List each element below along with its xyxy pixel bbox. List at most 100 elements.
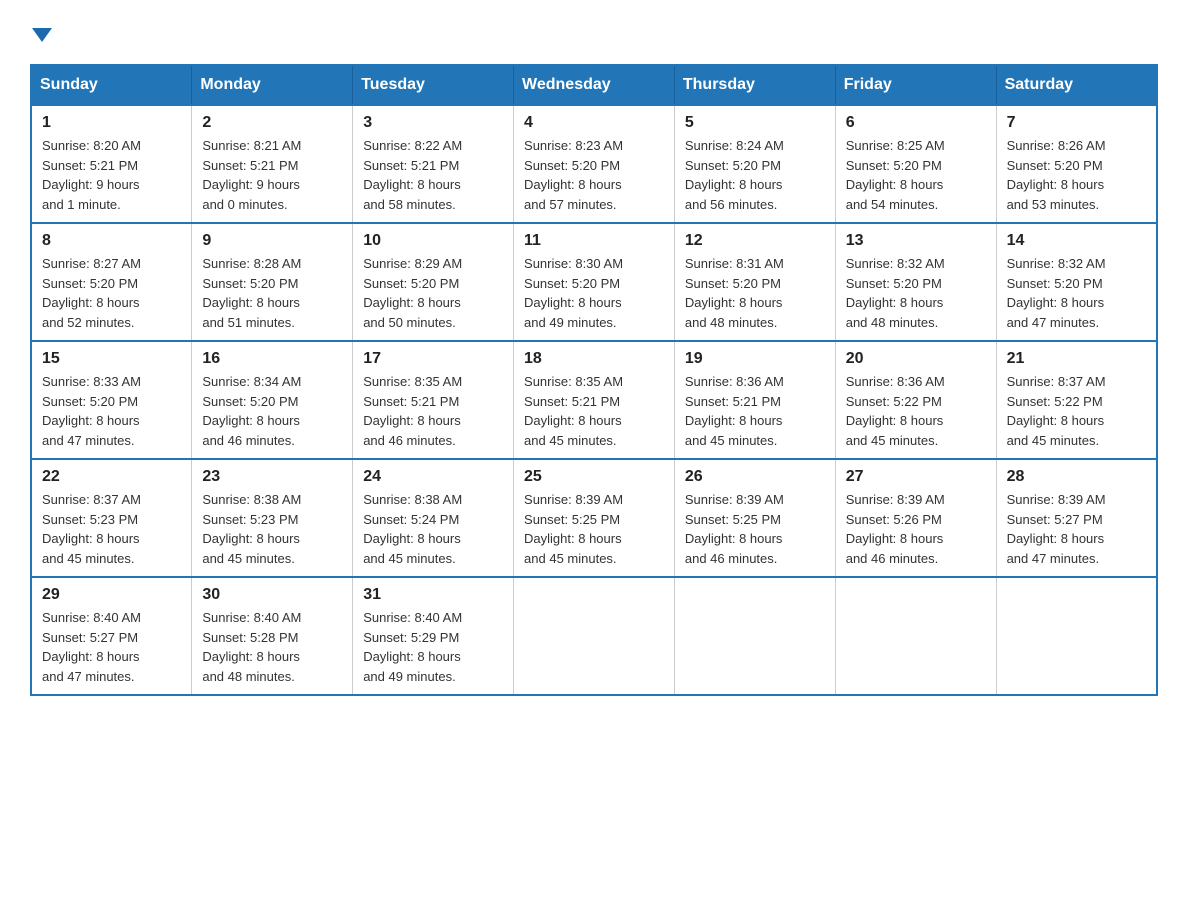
- calendar-cell: 1 Sunrise: 8:20 AMSunset: 5:21 PMDaylight…: [31, 105, 192, 223]
- day-number: 31: [363, 586, 503, 604]
- day-info: Sunrise: 8:39 AMSunset: 5:27 PMDaylight:…: [1007, 490, 1146, 568]
- header-tuesday: Tuesday: [353, 65, 514, 105]
- calendar-cell: 10 Sunrise: 8:29 AMSunset: 5:20 PMDayligh…: [353, 223, 514, 341]
- day-info: Sunrise: 8:33 AMSunset: 5:20 PMDaylight:…: [42, 372, 181, 450]
- day-number: 19: [685, 350, 825, 368]
- day-info: Sunrise: 8:40 AMSunset: 5:28 PMDaylight:…: [202, 608, 342, 686]
- calendar-cell: 8 Sunrise: 8:27 AMSunset: 5:20 PMDaylight…: [31, 223, 192, 341]
- day-number: 11: [524, 232, 664, 250]
- logo-arrow-icon: [32, 28, 52, 42]
- calendar-cell: [674, 577, 835, 695]
- day-number: 16: [202, 350, 342, 368]
- calendar-cell: 2Sunrise: 8:21 AMSunset: 5:21 PMDaylight…: [192, 105, 353, 223]
- day-info: Sunrise: 8:27 AMSunset: 5:20 PMDaylight:…: [42, 254, 181, 332]
- calendar-week-row: 15 Sunrise: 8:33 AMSunset: 5:20 PMDayligh…: [31, 341, 1157, 459]
- calendar-cell: 25 Sunrise: 8:39 AMSunset: 5:25 PMDayligh…: [514, 459, 675, 577]
- calendar-cell: 17 Sunrise: 8:35 AMSunset: 5:21 PMDayligh…: [353, 341, 514, 459]
- logo: [30, 30, 52, 44]
- calendar-cell: [514, 577, 675, 695]
- day-info: Sunrise: 8:39 AMSunset: 5:25 PMDaylight:…: [524, 490, 664, 568]
- day-number: 26: [685, 468, 825, 486]
- calendar-cell: 15 Sunrise: 8:33 AMSunset: 5:20 PMDayligh…: [31, 341, 192, 459]
- day-info: Sunrise: 8:38 AMSunset: 5:24 PMDaylight:…: [363, 490, 503, 568]
- day-number: 6: [846, 114, 986, 132]
- day-number: 18: [524, 350, 664, 368]
- calendar-week-row: 29Sunrise: 8:40 AMSunset: 5:27 PMDayligh…: [31, 577, 1157, 695]
- calendar-week-row: 8 Sunrise: 8:27 AMSunset: 5:20 PMDaylight…: [31, 223, 1157, 341]
- day-info: Sunrise: 8:28 AMSunset: 5:20 PMDaylight:…: [202, 254, 342, 332]
- day-info: Sunrise: 8:35 AMSunset: 5:21 PMDaylight:…: [524, 372, 664, 450]
- calendar-cell: 4Sunrise: 8:23 AMSunset: 5:20 PMDaylight…: [514, 105, 675, 223]
- calendar-cell: 29Sunrise: 8:40 AMSunset: 5:27 PMDayligh…: [31, 577, 192, 695]
- day-number: 15: [42, 350, 181, 368]
- day-number: 21: [1007, 350, 1146, 368]
- day-number: 17: [363, 350, 503, 368]
- day-info: Sunrise: 8:32 AMSunset: 5:20 PMDaylight:…: [846, 254, 986, 332]
- calendar-week-row: 1 Sunrise: 8:20 AMSunset: 5:21 PMDaylight…: [31, 105, 1157, 223]
- calendar-cell: 3 Sunrise: 8:22 AMSunset: 5:21 PMDaylight…: [353, 105, 514, 223]
- day-number: 14: [1007, 232, 1146, 250]
- day-number: 8: [42, 232, 181, 250]
- calendar-cell: 5Sunrise: 8:24 AMSunset: 5:20 PMDaylight…: [674, 105, 835, 223]
- day-info: Sunrise: 8:22 AMSunset: 5:21 PMDaylight:…: [363, 136, 503, 214]
- day-number: 10: [363, 232, 503, 250]
- calendar-cell: 16 Sunrise: 8:34 AMSunset: 5:20 PMDayligh…: [192, 341, 353, 459]
- calendar-cell: 7 Sunrise: 8:26 AMSunset: 5:20 PMDaylight…: [996, 105, 1157, 223]
- day-info: Sunrise: 8:37 AMSunset: 5:22 PMDaylight:…: [1007, 372, 1146, 450]
- calendar-cell: 22 Sunrise: 8:37 AMSunset: 5:23 PMDayligh…: [31, 459, 192, 577]
- calendar-table: SundayMondayTuesdayWednesdayThursdayFrid…: [30, 64, 1158, 696]
- day-info: Sunrise: 8:20 AMSunset: 5:21 PMDaylight:…: [42, 136, 181, 214]
- day-number: 9: [202, 232, 342, 250]
- day-number: 25: [524, 468, 664, 486]
- calendar-cell: 26 Sunrise: 8:39 AMSunset: 5:25 PMDayligh…: [674, 459, 835, 577]
- calendar-cell: 12 Sunrise: 8:31 AMSunset: 5:20 PMDayligh…: [674, 223, 835, 341]
- day-number: 20: [846, 350, 986, 368]
- header-thursday: Thursday: [674, 65, 835, 105]
- calendar-cell: 27Sunrise: 8:39 AMSunset: 5:26 PMDayligh…: [835, 459, 996, 577]
- day-info: Sunrise: 8:35 AMSunset: 5:21 PMDaylight:…: [363, 372, 503, 450]
- calendar-cell: 31 Sunrise: 8:40 AMSunset: 5:29 PMDayligh…: [353, 577, 514, 695]
- day-info: Sunrise: 8:34 AMSunset: 5:20 PMDaylight:…: [202, 372, 342, 450]
- calendar-cell: 19Sunrise: 8:36 AMSunset: 5:21 PMDayligh…: [674, 341, 835, 459]
- day-number: 29: [42, 586, 181, 604]
- day-info: Sunrise: 8:36 AMSunset: 5:22 PMDaylight:…: [846, 372, 986, 450]
- day-number: 24: [363, 468, 503, 486]
- calendar-cell: 11Sunrise: 8:30 AMSunset: 5:20 PMDayligh…: [514, 223, 675, 341]
- calendar-cell: 30Sunrise: 8:40 AMSunset: 5:28 PMDayligh…: [192, 577, 353, 695]
- calendar-cell: 20 Sunrise: 8:36 AMSunset: 5:22 PMDayligh…: [835, 341, 996, 459]
- day-number: 1: [42, 114, 181, 132]
- calendar-cell: 21 Sunrise: 8:37 AMSunset: 5:22 PMDayligh…: [996, 341, 1157, 459]
- calendar-cell: 14 Sunrise: 8:32 AMSunset: 5:20 PMDayligh…: [996, 223, 1157, 341]
- day-info: Sunrise: 8:26 AMSunset: 5:20 PMDaylight:…: [1007, 136, 1146, 214]
- calendar-cell: 23 Sunrise: 8:38 AMSunset: 5:23 PMDayligh…: [192, 459, 353, 577]
- day-info: Sunrise: 8:31 AMSunset: 5:20 PMDaylight:…: [685, 254, 825, 332]
- day-number: 23: [202, 468, 342, 486]
- calendar-cell: 9 Sunrise: 8:28 AMSunset: 5:20 PMDaylight…: [192, 223, 353, 341]
- day-info: Sunrise: 8:32 AMSunset: 5:20 PMDaylight:…: [1007, 254, 1146, 332]
- header-wednesday: Wednesday: [514, 65, 675, 105]
- header-monday: Monday: [192, 65, 353, 105]
- day-info: Sunrise: 8:24 AMSunset: 5:20 PMDaylight:…: [685, 136, 825, 214]
- header-saturday: Saturday: [996, 65, 1157, 105]
- day-number: 12: [685, 232, 825, 250]
- day-number: 13: [846, 232, 986, 250]
- day-number: 7: [1007, 114, 1146, 132]
- day-info: Sunrise: 8:39 AMSunset: 5:25 PMDaylight:…: [685, 490, 825, 568]
- header-friday: Friday: [835, 65, 996, 105]
- calendar-cell: 13 Sunrise: 8:32 AMSunset: 5:20 PMDayligh…: [835, 223, 996, 341]
- calendar-cell: 6Sunrise: 8:25 AMSunset: 5:20 PMDaylight…: [835, 105, 996, 223]
- day-number: 27: [846, 468, 986, 486]
- day-info: Sunrise: 8:29 AMSunset: 5:20 PMDaylight:…: [363, 254, 503, 332]
- day-number: 3: [363, 114, 503, 132]
- day-number: 28: [1007, 468, 1146, 486]
- day-number: 22: [42, 468, 181, 486]
- day-info: Sunrise: 8:40 AMSunset: 5:29 PMDaylight:…: [363, 608, 503, 686]
- calendar-cell: 18 Sunrise: 8:35 AMSunset: 5:21 PMDayligh…: [514, 341, 675, 459]
- calendar-header-row: SundayMondayTuesdayWednesdayThursdayFrid…: [31, 65, 1157, 105]
- day-info: Sunrise: 8:37 AMSunset: 5:23 PMDaylight:…: [42, 490, 181, 568]
- calendar-cell: [996, 577, 1157, 695]
- calendar-week-row: 22 Sunrise: 8:37 AMSunset: 5:23 PMDayligh…: [31, 459, 1157, 577]
- day-info: Sunrise: 8:38 AMSunset: 5:23 PMDaylight:…: [202, 490, 342, 568]
- page-header: [30, 20, 1158, 44]
- day-number: 4: [524, 114, 664, 132]
